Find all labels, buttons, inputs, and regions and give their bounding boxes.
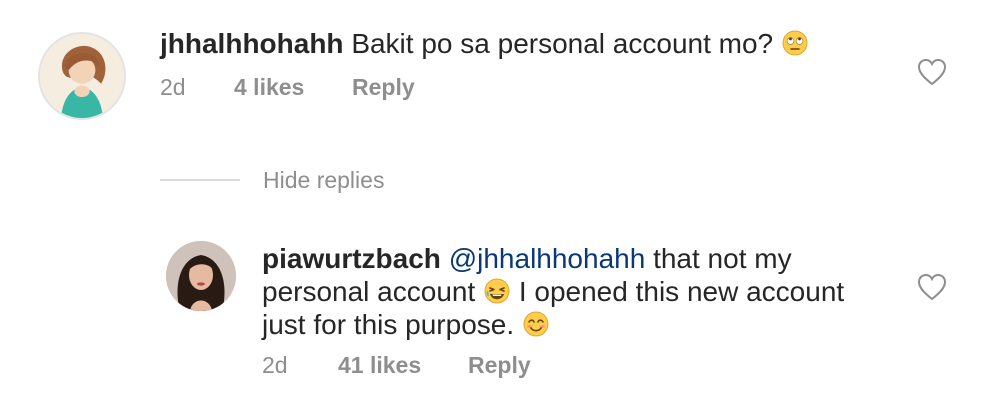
reply-text: piawurtzbach @jhhalhhohahh that not my p…	[262, 242, 882, 341]
hide-replies-button[interactable]: Hide replies	[263, 167, 384, 194]
username[interactable]: jhhalhhohahh	[160, 28, 344, 59]
mention-link[interactable]: @jhhalhhohahh	[449, 243, 646, 274]
face-with-rolling-eyes-icon	[781, 29, 809, 57]
avatar-photo	[166, 241, 236, 311]
heart-icon[interactable]	[917, 273, 947, 301]
comment-body: Bakit po sa personal account mo?	[351, 28, 774, 59]
reply-time: 2d	[262, 352, 288, 378]
reply-button[interactable]: Reply	[468, 352, 531, 379]
avatar-illustration	[40, 34, 124, 118]
replies-divider	[160, 179, 240, 181]
avatar[interactable]	[38, 32, 126, 120]
laughing-face-icon	[483, 277, 511, 305]
comment-text: jhhalhhohahh Bakit po sa personal accoun…	[160, 27, 860, 60]
likes-count[interactable]: 4 likes	[234, 74, 304, 101]
smiling-face-icon	[522, 310, 550, 338]
likes-count[interactable]: 41 likes	[338, 352, 421, 379]
reply-button[interactable]: Reply	[352, 74, 415, 101]
username[interactable]: piawurtzbach	[262, 243, 441, 274]
heart-icon[interactable]	[917, 58, 947, 86]
avatar[interactable]	[166, 241, 236, 311]
comment-time: 2d	[160, 74, 186, 100]
